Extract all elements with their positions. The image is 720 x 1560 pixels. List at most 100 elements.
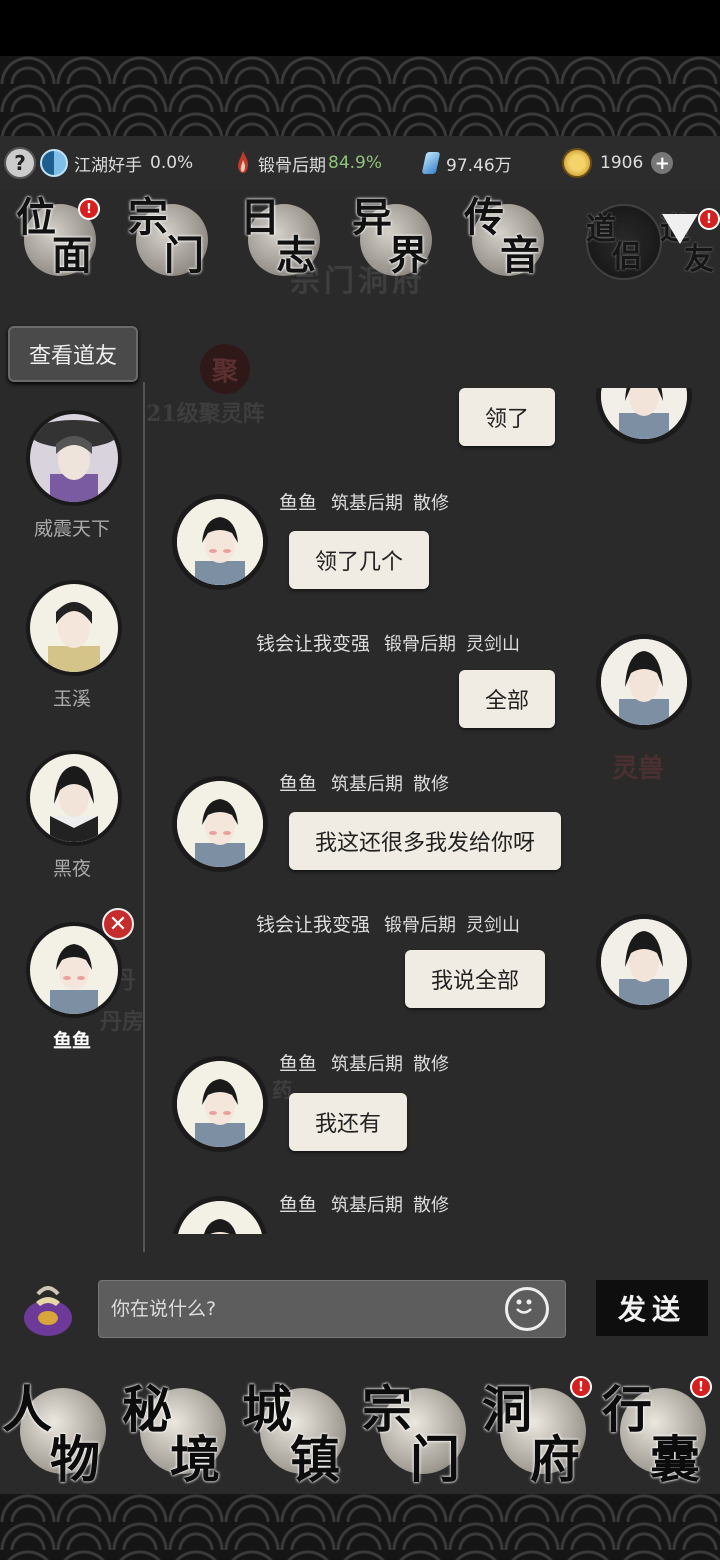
sender-name: 鱼鱼 bbox=[279, 492, 318, 514]
sender-sect: 散修 bbox=[413, 1054, 450, 1075]
alert-badge: ! bbox=[698, 208, 720, 230]
nav-char: 音 bbox=[500, 232, 540, 279]
message-meta: 钱会让我变强 锻骨后期 灵剑山 bbox=[256, 910, 520, 937]
nav-char: 面 bbox=[52, 232, 92, 279]
nav-char: 洞 bbox=[482, 1380, 532, 1439]
sender-rank: 锻骨后期 bbox=[384, 915, 457, 936]
sender-name: 钱会让我变强 bbox=[256, 914, 371, 936]
status-bar bbox=[0, 0, 720, 56]
spirit-stone-icon bbox=[421, 152, 441, 174]
avatar bbox=[596, 914, 692, 1010]
message-meta: 鱼鱼 筑基后期 散修 bbox=[279, 1049, 449, 1076]
bg-ju-seal: 聚 bbox=[200, 344, 250, 394]
rank-pct: 0.0% bbox=[150, 153, 194, 173]
chat-bubble: 我还有 bbox=[289, 1093, 408, 1151]
chat-input-box[interactable] bbox=[98, 1280, 566, 1338]
nav-char: 府 bbox=[530, 1430, 580, 1489]
nav-char: 镇 bbox=[290, 1430, 340, 1489]
pouch-icon[interactable] bbox=[20, 1280, 76, 1338]
nav-char: 行 bbox=[602, 1380, 652, 1439]
delete-friend-button[interactable]: ✕ bbox=[102, 908, 134, 940]
message-meta: 钱会让我变强 锻骨后期 灵剑山 bbox=[256, 629, 520, 656]
spirit-stone-resource: 97.46万 bbox=[421, 136, 512, 190]
wave-pattern-bottom bbox=[0, 1494, 720, 1560]
realm-label: 锻骨后期 bbox=[258, 155, 326, 176]
sender-rank: 筑基后期 bbox=[331, 1054, 404, 1075]
sender-name: 鱼鱼 bbox=[279, 773, 318, 795]
avatar bbox=[26, 580, 122, 676]
rank-resource: 江湖好手 0.0% bbox=[40, 136, 193, 190]
resource-bar: ? 江湖好手 0.0% 锻骨后期 84.9% 97.46万 1906 + bbox=[0, 136, 720, 190]
emoji-icon[interactable] bbox=[505, 1287, 549, 1331]
question-icon[interactable]: ? bbox=[4, 147, 36, 179]
alert-badge: ! bbox=[570, 1376, 592, 1398]
friend-item[interactable]: 威震天下 bbox=[22, 410, 122, 541]
avatar bbox=[172, 494, 268, 590]
sender-sect: 散修 bbox=[413, 493, 450, 514]
avatar bbox=[172, 1056, 268, 1152]
friend-name: 黑夜 bbox=[52, 858, 91, 880]
nav-char: 物 bbox=[50, 1430, 100, 1489]
nav-secret-realm-button[interactable]: 秘境 bbox=[120, 1370, 240, 1490]
sender-sect: 散修 bbox=[413, 774, 450, 795]
bottom-nav: 人物 秘境 城镇 宗门 洞府 ! 行囊 ! bbox=[0, 1370, 720, 1490]
message-meta: 鱼鱼 筑基后期 散修 bbox=[279, 1190, 449, 1217]
rank-title: 江湖好手 bbox=[74, 155, 142, 176]
nav-plane-button[interactable]: 位面 ! bbox=[14, 196, 106, 288]
sender-name: 鱼鱼 bbox=[279, 1194, 318, 1216]
sidebar-divider bbox=[143, 382, 145, 1252]
chat-text-field[interactable] bbox=[109, 1289, 493, 1329]
avatar bbox=[596, 388, 692, 444]
friend-name: 鱼鱼 bbox=[52, 1030, 91, 1052]
help-button[interactable]: ? bbox=[4, 136, 36, 190]
avatar bbox=[172, 776, 268, 872]
nav-char: 秘 bbox=[122, 1380, 172, 1439]
friend-name: 威震天下 bbox=[33, 518, 110, 540]
avatar bbox=[26, 750, 122, 846]
chat-panel[interactable]: 领了 鱼鱼 筑基后期 散修 领了几个 钱会让我变强 锻骨后期 灵剑山 全部 鱼鱼 筑基后期… bbox=[150, 388, 720, 1234]
chat-bubble: 我说全部 bbox=[405, 950, 546, 1008]
nav-log-button[interactable]: 日志 bbox=[238, 196, 330, 288]
nav-char: 宗 bbox=[128, 194, 168, 241]
sender-rank: 筑基后期 bbox=[331, 1195, 404, 1216]
nav-otherworld-button[interactable]: 异界 bbox=[350, 196, 442, 288]
alert-badge: ! bbox=[690, 1376, 712, 1398]
sender-name: 鱼鱼 bbox=[279, 1053, 318, 1075]
avatar bbox=[26, 410, 122, 506]
chat-bubble: 领了几个 bbox=[289, 531, 430, 589]
top-nav: 位面 ! 宗门 日志 异界 传音 道侣 道友 ! bbox=[0, 190, 720, 290]
realm-resource: 锻骨后期 84.9% bbox=[234, 136, 382, 190]
nav-bag-button[interactable]: 行囊 ! bbox=[600, 1370, 720, 1490]
nav-sect-bottom-button[interactable]: 宗门 bbox=[360, 1370, 480, 1490]
nav-cave-button[interactable]: 洞府 ! bbox=[480, 1370, 600, 1490]
spirit-stone-count: 97.46万 bbox=[446, 155, 512, 176]
nav-char: 传 bbox=[464, 194, 504, 241]
nav-char: 侣 bbox=[612, 240, 642, 275]
nav-town-button[interactable]: 城镇 bbox=[240, 1370, 360, 1490]
message-meta: 鱼鱼 筑基后期 散修 bbox=[279, 769, 449, 796]
collapse-triangle-icon[interactable] bbox=[662, 214, 698, 244]
nav-message-button[interactable]: 传音 bbox=[462, 196, 554, 288]
friend-item-active[interactable]: 鱼鱼 ✕ bbox=[22, 908, 134, 1053]
sender-sect: 灵剑山 bbox=[466, 634, 521, 655]
friend-name: 玉溪 bbox=[52, 688, 91, 710]
nav-character-button[interactable]: 人物 bbox=[0, 1370, 120, 1490]
friend-item[interactable]: 黑夜 bbox=[22, 750, 122, 881]
coin-count: 1906 bbox=[600, 153, 644, 173]
wave-pattern-top bbox=[0, 56, 720, 136]
nav-char: 友 bbox=[684, 242, 714, 277]
nav-char: 城 bbox=[242, 1380, 292, 1439]
nav-char: 境 bbox=[170, 1430, 220, 1489]
send-button[interactable]: 发送 bbox=[596, 1280, 708, 1336]
nav-sect-button[interactable]: 宗门 bbox=[126, 196, 218, 288]
nav-char: 囊 bbox=[650, 1430, 700, 1489]
nav-char: 道 bbox=[586, 212, 616, 247]
sender-sect: 散修 bbox=[413, 1195, 450, 1216]
nav-char: 位 bbox=[16, 194, 56, 241]
chat-bubble: 我这还很多我发给你呀 bbox=[289, 812, 562, 870]
nav-char: 宗 bbox=[362, 1380, 412, 1439]
friend-item[interactable]: 玉溪 bbox=[22, 580, 122, 711]
chat-input-row: 发送 bbox=[0, 1272, 720, 1344]
view-friends-button[interactable]: 查看道友 bbox=[8, 326, 138, 382]
add-coins-button[interactable]: + bbox=[651, 152, 674, 174]
